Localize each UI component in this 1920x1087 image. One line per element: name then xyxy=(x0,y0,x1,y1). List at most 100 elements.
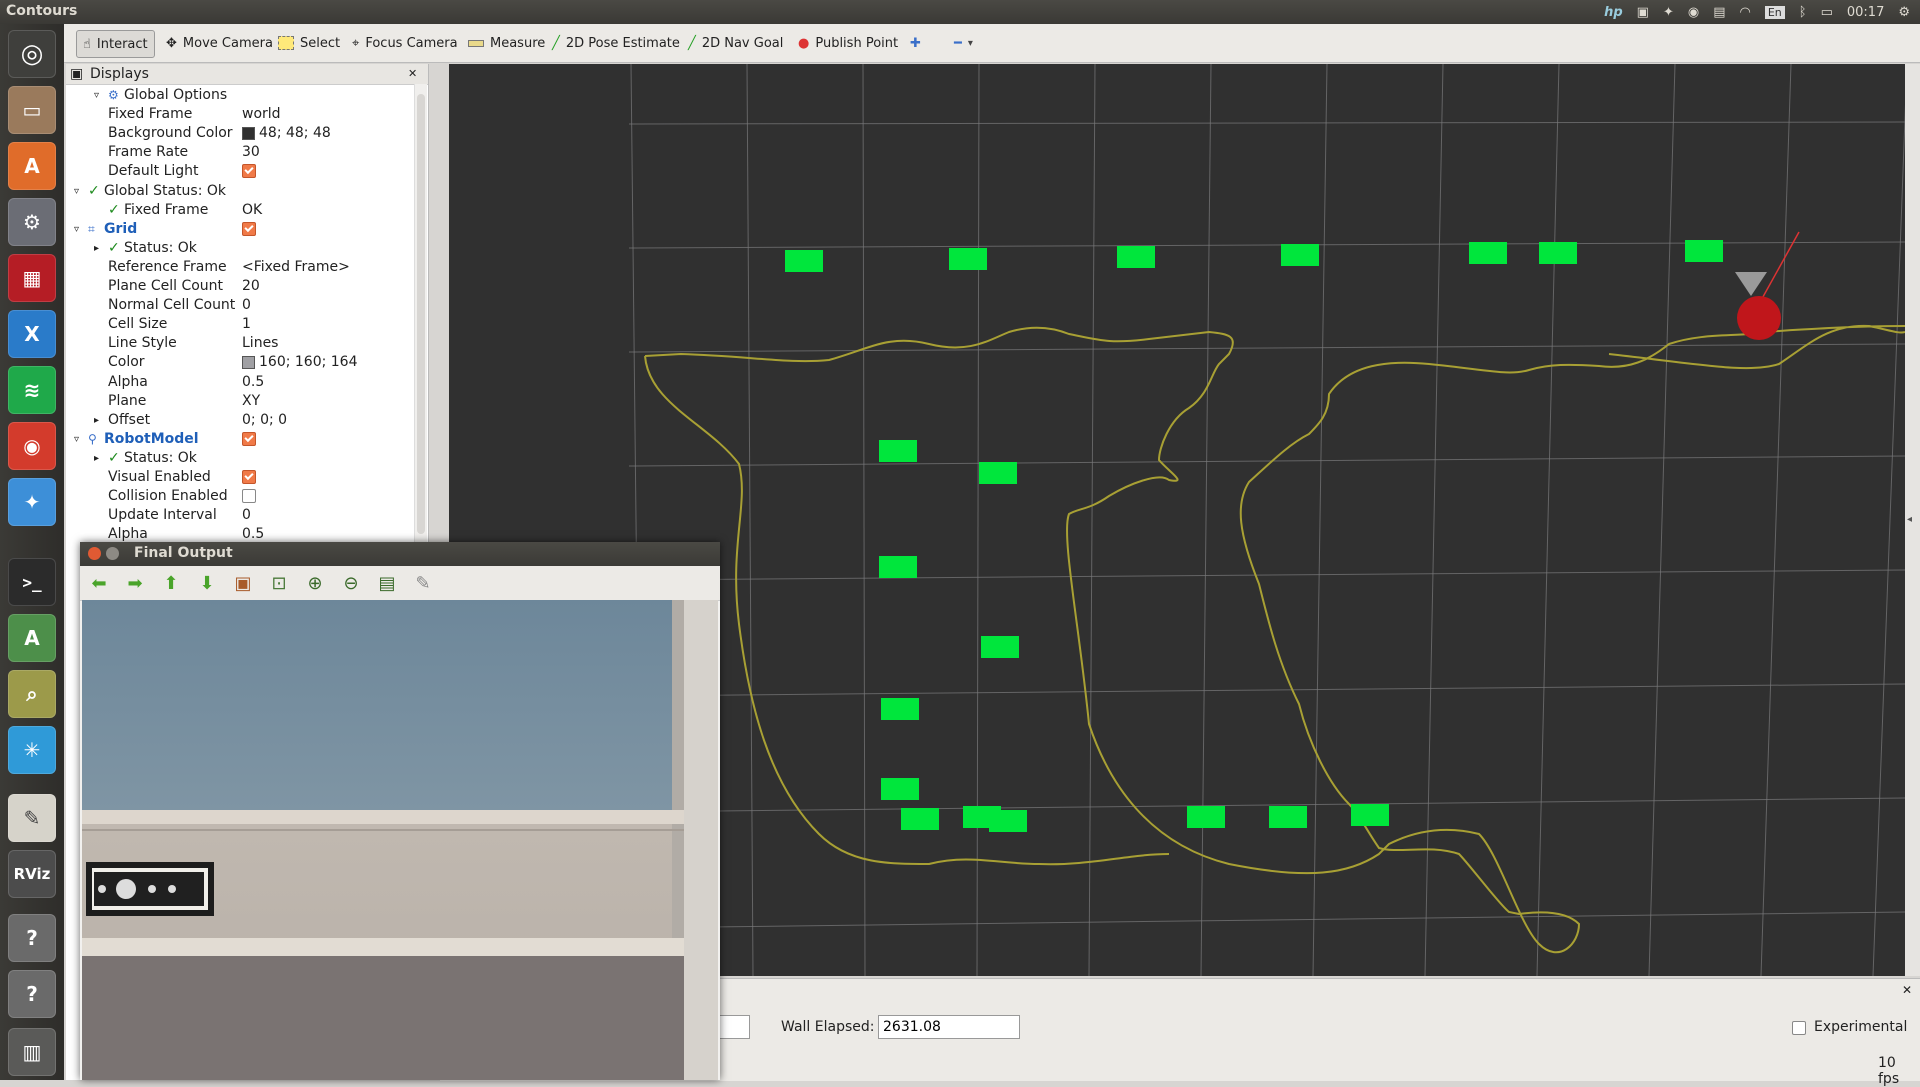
property-row[interactable]: ▿ ✓ Global Status: Ok xyxy=(66,182,406,201)
expand-toggle-icon[interactable]: ▿ xyxy=(74,182,79,201)
image-viewer-icon[interactable]: ⌕ xyxy=(8,670,56,718)
expand-toggle-icon[interactable]: ▿ xyxy=(74,430,79,449)
property-value[interactable]: 0 xyxy=(242,506,251,525)
select-tool[interactable]: Select xyxy=(272,30,346,56)
vscode-icon[interactable]: X xyxy=(8,310,56,358)
final-output-titlebar[interactable]: Final Output xyxy=(80,542,720,566)
property-row[interactable]: ▸ ✓ Status: Ok xyxy=(66,449,406,468)
property-row[interactable]: Line Style Lines xyxy=(66,334,406,353)
focus-camera-tool[interactable]: ⌖ Focus Camera xyxy=(346,30,464,56)
property-value[interactable] xyxy=(242,220,256,239)
property-row[interactable]: ▸ Offset 0; 0; 0 xyxy=(66,411,406,430)
expand-toggle-icon[interactable]: ▸ xyxy=(94,449,99,468)
property-row[interactable]: Alpha 0.5 xyxy=(66,373,406,392)
property-checkbox[interactable] xyxy=(242,221,256,236)
wifi-icon[interactable]: ◠ xyxy=(1740,5,1751,20)
rviz-icon[interactable]: RViz xyxy=(8,850,56,898)
software-center-icon[interactable]: A xyxy=(8,142,56,190)
property-row[interactable]: Fixed Frame world xyxy=(66,105,406,124)
property-row[interactable]: Background Color 48; 48; 48 xyxy=(66,124,406,143)
property-row[interactable]: Default Light xyxy=(66,162,406,181)
property-value[interactable]: Lines xyxy=(242,334,278,353)
pose-estimate-tool[interactable]: ╱ 2D Pose Estimate xyxy=(546,30,686,56)
zoom-in-icon[interactable]: ⊕ xyxy=(304,573,326,594)
property-row[interactable]: Update Interval 0 xyxy=(66,506,406,525)
property-row[interactable]: Plane Cell Count 20 xyxy=(66,277,406,296)
remove-tool-button[interactable]: ━ ▾ xyxy=(948,30,979,56)
property-row[interactable]: ✓ Fixed Frame OK xyxy=(66,201,406,220)
experimental-checkbox[interactable] xyxy=(1792,1021,1806,1035)
property-row[interactable]: ▸ ✓ Status: Ok xyxy=(66,239,406,258)
clock[interactable]: 00:17 xyxy=(1847,5,1884,20)
arrow-up-icon[interactable]: ⬆ xyxy=(160,573,182,594)
arrow-left-icon[interactable]: ⬅ xyxy=(88,573,110,594)
terminal-icon[interactable]: >_ xyxy=(8,558,56,606)
files-icon[interactable]: ▭ xyxy=(8,86,56,134)
close-icon[interactable]: ✕ xyxy=(408,67,417,80)
property-row[interactable]: Visual Enabled xyxy=(66,468,406,487)
nav-goal-tool[interactable]: ╱ 2D Nav Goal xyxy=(682,30,789,56)
app-icon[interactable]: ✳ xyxy=(8,726,56,774)
add-tool-button[interactable]: ✚ xyxy=(904,30,927,56)
text-editor-icon[interactable]: ✎ xyxy=(8,794,56,842)
property-value[interactable]: 0.5 xyxy=(242,373,264,392)
trash-icon[interactable]: ▥ xyxy=(8,1028,56,1076)
property-value[interactable]: 0 xyxy=(242,296,251,315)
move-camera-tool[interactable]: ✥ Move Camera xyxy=(160,30,279,56)
property-value[interactable] xyxy=(242,487,256,506)
help-icon-2[interactable]: ? xyxy=(8,970,56,1018)
scrollbar-thumb[interactable] xyxy=(417,94,425,534)
property-value[interactable]: XY xyxy=(242,392,260,411)
dropbox-icon[interactable]: ✦ xyxy=(1663,5,1674,20)
expand-toggle-icon[interactable]: ▸ xyxy=(94,239,99,258)
minimize-window-icon[interactable] xyxy=(106,547,119,560)
property-value[interactable]: OK xyxy=(242,201,262,220)
close-icon[interactable]: ✕ xyxy=(1902,983,1912,997)
ubuntu-home-icon[interactable]: ◎ xyxy=(8,30,56,78)
property-row[interactable]: ▿ ⚲ RobotModel xyxy=(66,430,406,449)
dropbox-launcher-icon[interactable]: ✦ xyxy=(8,478,56,526)
chrome-launcher-icon[interactable]: ◉ xyxy=(8,422,56,470)
property-row[interactable]: Normal Cell Count 0 xyxy=(66,296,406,315)
measure-tool[interactable]: Measure xyxy=(462,30,551,56)
property-row[interactable]: ▿ ⌗ Grid xyxy=(66,220,406,239)
view-splitter[interactable]: ◂ xyxy=(1905,64,1920,976)
settings-gear-icon[interactable]: ⚙ xyxy=(1898,5,1910,20)
property-row[interactable]: Cell Size 1 xyxy=(66,315,406,334)
property-checkbox[interactable] xyxy=(242,431,256,446)
battery-icon[interactable]: ▭ xyxy=(1821,5,1833,20)
drive-icon[interactable]: ▤ xyxy=(1713,5,1725,20)
property-value[interactable] xyxy=(242,430,256,449)
spotify-icon[interactable]: ≋ xyxy=(8,366,56,414)
property-row[interactable]: Reference Frame <Fixed Frame> xyxy=(66,258,406,277)
property-value[interactable] xyxy=(242,162,256,181)
property-value[interactable]: world xyxy=(242,105,281,124)
property-row[interactable]: ▿ ⚙ Global Options xyxy=(66,86,406,105)
close-window-icon[interactable] xyxy=(88,547,101,560)
property-checkbox[interactable] xyxy=(242,470,256,484)
interact-tool[interactable]: ☝ Interact xyxy=(76,30,155,58)
system-settings-icon[interactable]: ⚙ xyxy=(8,198,56,246)
property-row[interactable]: Collision Enabled xyxy=(66,487,406,506)
property-value[interactable]: 1 xyxy=(242,315,251,334)
image-icon[interactable]: ▣ xyxy=(232,573,254,594)
hp-icon[interactable]: hp xyxy=(1604,5,1623,20)
property-value[interactable]: 20 xyxy=(242,277,260,296)
software-updater-icon[interactable]: A xyxy=(8,614,56,662)
property-row[interactable]: Plane XY xyxy=(66,392,406,411)
camera-icon[interactable]: ▣ xyxy=(1637,5,1649,20)
displays-scrollbar[interactable] xyxy=(414,84,427,594)
property-value[interactable]: 0; 0; 0 xyxy=(242,411,287,430)
help-icon[interactable]: ? xyxy=(8,914,56,962)
bluetooth-icon[interactable]: ᛒ xyxy=(1799,5,1807,20)
arrow-right-icon[interactable]: ➡ xyxy=(124,573,146,594)
wall-elapsed-field[interactable] xyxy=(878,1015,1020,1039)
arrow-down-icon[interactable]: ⬇ xyxy=(196,573,218,594)
property-value[interactable] xyxy=(242,468,256,487)
property-value[interactable]: 30 xyxy=(242,143,260,162)
final-output-window[interactable]: Final Output ⬅ ➡ ⬆ ⬇ ▣ ⊡ ⊕ ⊖ ▤ ✎ xyxy=(80,542,720,1080)
property-checkbox[interactable] xyxy=(242,489,256,504)
properties-icon[interactable]: ✎ xyxy=(412,573,434,594)
system-monitor-icon[interactable]: ▦ xyxy=(8,254,56,302)
property-checkbox[interactable] xyxy=(242,164,256,179)
